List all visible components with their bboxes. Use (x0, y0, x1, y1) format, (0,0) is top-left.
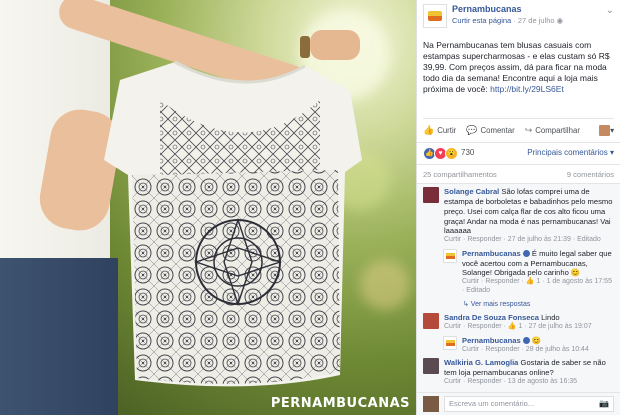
lace-print-blouse (104, 60, 362, 387)
post-text: Na Pernambucanas tem blusas casuais com … (423, 40, 610, 95)
post-link[interactable]: http://bit.ly/29LS6Et (490, 84, 564, 94)
globe-icon: ◉ (556, 15, 564, 25)
comment-meta[interactable]: Curtir · Responder · 27 de julho às 21:3… (444, 236, 614, 245)
page-name-link[interactable]: Pernambucanas (452, 4, 563, 16)
avatar[interactable] (423, 187, 439, 204)
chevron-down-icon: ▾ (610, 125, 614, 135)
comment-input[interactable]: Escreva um comentário... 📷 (444, 396, 614, 412)
comment-meta[interactable]: Curtir · Responder · 28 de julho às 10:4… (462, 346, 614, 355)
post-photo[interactable]: PERNAMBUCANAS (0, 0, 416, 415)
page-avatar[interactable] (423, 4, 447, 28)
comment-item: Solange Cabral São lofas comprei uma de … (423, 187, 614, 245)
camera-icon[interactable]: 📷 (599, 399, 609, 409)
comment-meta[interactable]: Curtir · Responder · 13 de agosto às 16:… (444, 378, 614, 387)
comment-meta[interactable]: Curtir · Responder · 👍 1 · 27 de julho à… (444, 323, 614, 332)
like-button[interactable]: 👍 Curtir (423, 125, 456, 137)
actor-selector[interactable]: ▾ (599, 125, 614, 137)
avatar (423, 396, 439, 412)
reactions-bar: 👍 ♥ 😮 730 Principais comentários ▾ (417, 141, 620, 164)
see-more-replies-link[interactable]: ↳ Ver mais respostas (463, 300, 614, 309)
comment-author[interactable]: Walkiria G. Lamoglia (444, 358, 518, 367)
post-header: Pernambucanas Curtir esta página · 27 de… (417, 0, 620, 28)
write-comment-bar: Escreva um comentário... 📷 (417, 392, 620, 415)
page-avatar[interactable] (443, 248, 457, 263)
verified-badge-icon (522, 337, 530, 345)
avatar[interactable] (423, 313, 439, 330)
comment-meta[interactable]: Curtir · Responder · 👍 1 · 1 de agosto à… (462, 278, 614, 296)
comment-author[interactable]: Pernambucanas (462, 249, 521, 258)
reaction-count[interactable]: 730 (461, 148, 474, 158)
options-chevron-icon[interactable]: ⌄ (606, 4, 614, 28)
brand-watermark: PERNAMBUCANAS (270, 396, 410, 411)
comment-button[interactable]: 💬 Comentar (466, 125, 514, 137)
avatar[interactable] (423, 358, 439, 375)
comment-text: 😊 (531, 335, 542, 345)
comment-count[interactable]: 9 comentários (567, 170, 614, 180)
avatar (599, 125, 611, 137)
comment-item: Walkiria G. Lamoglia Gostaria de saber s… (423, 358, 614, 386)
share-button[interactable]: ↪ Compartilhar (525, 125, 580, 137)
top-comments-dropdown[interactable]: Principais comentários ▾ (527, 148, 614, 158)
post-side-panel: Pernambucanas Curtir esta página · 27 de… (416, 0, 620, 415)
facebook-photo-viewer: PERNAMBUCANAS Pernambucanas Curtir esta … (0, 0, 620, 415)
post-stats: 25 compartilhamentos 9 comentários (417, 163, 620, 184)
post-date[interactable]: 27 de julho (518, 16, 555, 25)
wow-reaction-icon[interactable]: 😮 (445, 146, 458, 160)
comment-item: Sandra De Souza Fonseca Lindo Curtir · R… (423, 313, 614, 332)
share-icon: ↪ (524, 125, 533, 135)
thumbs-up-icon: 👍 (423, 125, 435, 135)
like-page-link[interactable]: Curtir esta página (452, 16, 511, 25)
comment-author[interactable]: Sandra De Souza Fonseca (444, 313, 539, 322)
post-actions: 👍 Curtir 💬 Comentar ↪ Compartilhar ▾ (423, 118, 614, 142)
post-meta: Curtir esta página · 27 de julho ◉ (452, 15, 564, 25)
verified-badge-icon (522, 250, 530, 258)
share-count[interactable]: 25 compartilhamentos (423, 170, 497, 180)
comment-author[interactable]: Pernambucanas (462, 336, 521, 345)
comment-author[interactable]: Solange Cabral (444, 187, 499, 196)
comment-text: Lindo (541, 313, 560, 323)
reply-item: Pernambucanas 😊 Curtir · Responder · 28 … (443, 335, 614, 355)
reply-item: Pernambucanas É muito legal saber que vo… (443, 248, 614, 296)
page-avatar[interactable] (443, 335, 457, 350)
comment-icon: 💬 (466, 125, 478, 135)
comments-list: Solange Cabral São lofas comprei uma de … (417, 183, 620, 398)
